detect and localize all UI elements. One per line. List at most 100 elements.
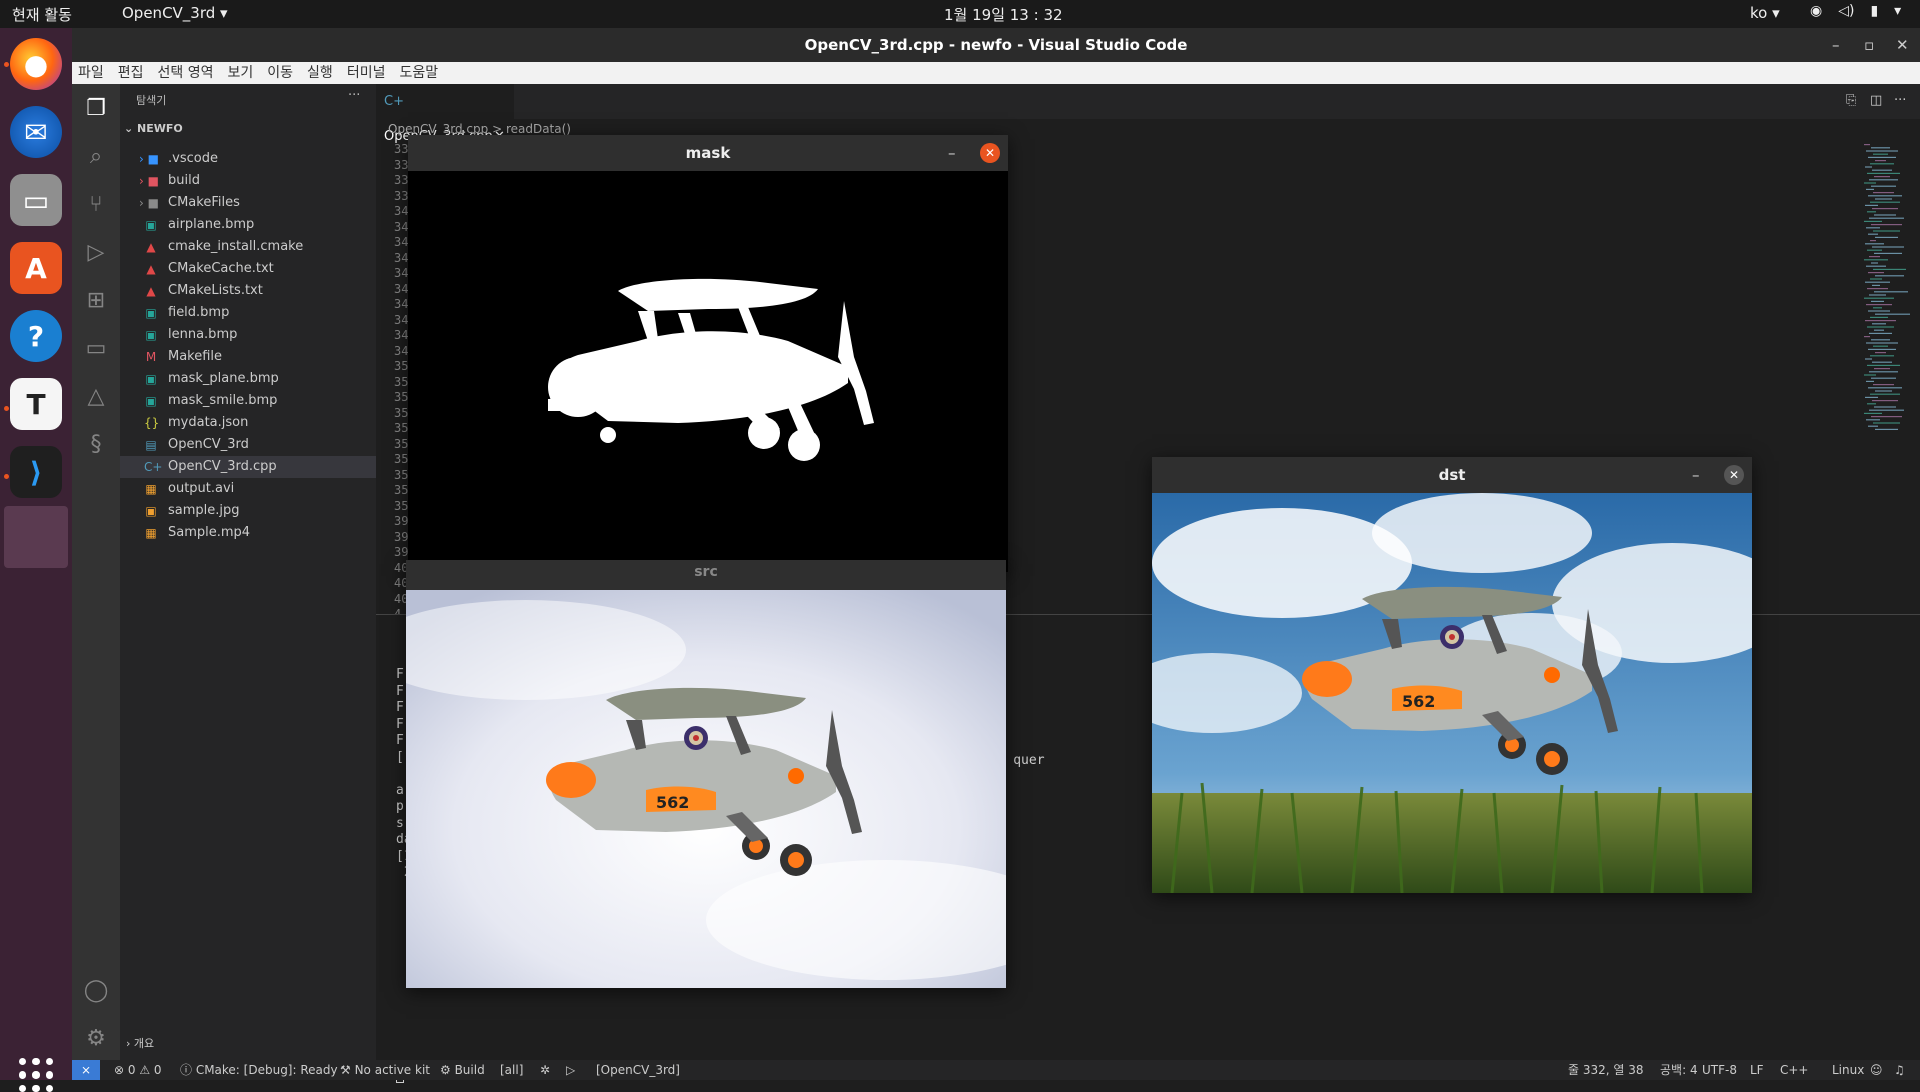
minimize-button[interactable]: – bbox=[1832, 28, 1840, 62]
encoding[interactable]: UTF-8 bbox=[1702, 1060, 1737, 1080]
run-icon[interactable]: ▷ bbox=[566, 1060, 575, 1080]
text-editor-icon[interactable]: T bbox=[10, 378, 62, 430]
thunderbird-icon[interactable]: ✉ bbox=[10, 106, 62, 158]
app-grid-icon[interactable] bbox=[19, 1058, 53, 1092]
minimap-line bbox=[1864, 374, 1876, 376]
menu-go[interactable]: 이동 bbox=[267, 62, 293, 84]
gear-icon[interactable]: ⚙ bbox=[80, 1022, 112, 1054]
build-target[interactable]: [all] bbox=[500, 1060, 523, 1080]
menu-run[interactable]: 실행 bbox=[307, 62, 333, 84]
file-item[interactable]: ▦ output.avi bbox=[120, 478, 376, 500]
file-item[interactable]: ▣ mask_smile.bmp bbox=[120, 390, 376, 412]
line-number: 34 bbox=[394, 343, 409, 358]
language-mode[interactable]: C++ bbox=[1780, 1060, 1809, 1080]
menu-terminal[interactable]: 터미널 bbox=[347, 62, 386, 84]
debug-icon[interactable]: ✲ bbox=[540, 1060, 550, 1080]
mask-image bbox=[408, 171, 1008, 572]
split-editor-icon[interactable]: ◫ bbox=[1870, 93, 1882, 108]
cursor-position[interactable]: 줄 332, 열 38 bbox=[1568, 1060, 1644, 1080]
file-item[interactable]: › ■ CMakeFiles bbox=[120, 192, 376, 214]
mask-window[interactable]: mask – ✕ bbox=[408, 135, 1008, 572]
system-tray[interactable]: ◉ ◁) ▮ ▾ bbox=[1810, 3, 1901, 19]
feedback-icon[interactable]: ☺ bbox=[1870, 1060, 1883, 1080]
minimap[interactable] bbox=[1864, 144, 1914, 444]
menu-selection[interactable]: 선택 영역 bbox=[158, 62, 214, 84]
file-item[interactable]: {} mydata.json bbox=[120, 412, 376, 434]
file-item[interactable]: ▲ cmake_install.cmake bbox=[120, 236, 376, 258]
dst-titlebar[interactable]: dst – ✕ bbox=[1152, 457, 1752, 493]
file-name: mask_smile.bmp bbox=[168, 393, 278, 408]
file-item[interactable]: ▣ mask_plane.bmp bbox=[120, 368, 376, 390]
problems-status[interactable]: ⊗ 0 ⚠ 0 bbox=[114, 1060, 162, 1080]
breadcrumb[interactable]: OpenCV_3rd.cpp > readData() bbox=[388, 122, 571, 136]
mask-titlebar[interactable]: mask – ✕ bbox=[408, 135, 1008, 171]
file-item[interactable]: C+ OpenCV_3rd.cpp bbox=[120, 456, 376, 478]
open-changes-icon[interactable]: ⎘ bbox=[1846, 93, 1856, 108]
run-debug-icon[interactable]: ▷ bbox=[80, 236, 112, 268]
help-icon[interactable]: ? bbox=[10, 310, 62, 362]
more-actions-icon[interactable]: ··· bbox=[348, 88, 360, 103]
remote-icon[interactable]: ⨯ bbox=[72, 1060, 100, 1080]
src-titlebar[interactable]: src bbox=[406, 560, 1006, 590]
extensions-icon[interactable]: ⊞ bbox=[80, 284, 112, 316]
kit-status[interactable]: ⚒ No active kit bbox=[340, 1060, 430, 1080]
window-thumb[interactable] bbox=[4, 506, 68, 568]
file-item[interactable]: M Makefile bbox=[120, 346, 376, 368]
line-ending[interactable]: LF bbox=[1750, 1060, 1764, 1080]
menu-view[interactable]: 보기 bbox=[228, 62, 254, 84]
os-status[interactable]: Linux bbox=[1832, 1060, 1864, 1080]
tab-opencv-cpp[interactable]: C+ OpenCV_3rd.cpp ✕ bbox=[376, 84, 514, 144]
file-item[interactable]: ▲ CMakeLists.txt bbox=[120, 280, 376, 302]
source-control-icon[interactable]: ⑂ bbox=[80, 188, 112, 220]
software-icon[interactable]: A bbox=[10, 242, 62, 294]
clock[interactable]: 1월 19일 13 : 32 bbox=[944, 4, 1063, 25]
python-icon[interactable]: § bbox=[80, 428, 112, 460]
minimap-line bbox=[1865, 166, 1872, 168]
cmake-icon[interactable]: △ bbox=[80, 380, 112, 412]
workspace-section[interactable]: ⌄ NEWFO bbox=[124, 122, 183, 135]
minimap-line bbox=[1872, 400, 1898, 402]
cmake-status[interactable]: ⓘ CMake: [Debug]: Ready bbox=[180, 1060, 338, 1080]
outline-label: 개요 bbox=[133, 1037, 155, 1050]
file-item[interactable]: ▦ Sample.mp4 bbox=[120, 522, 376, 544]
file-item[interactable]: ▣ airplane.bmp bbox=[120, 214, 376, 236]
file-item[interactable]: › ■ .vscode bbox=[120, 148, 376, 170]
indentation[interactable]: 공백: 4 bbox=[1660, 1060, 1698, 1080]
app-menu[interactable]: OpenCV_3rd ▾ bbox=[122, 4, 228, 22]
close-button[interactable]: ✕ bbox=[1896, 28, 1909, 62]
search-icon[interactable]: ⌕ bbox=[80, 140, 112, 172]
dst-image: 562 bbox=[1152, 493, 1752, 893]
explorer-icon[interactable]: ❐ bbox=[80, 92, 112, 124]
file-name: field.bmp bbox=[168, 305, 230, 320]
file-item[interactable]: ▣ field.bmp bbox=[120, 302, 376, 324]
close-button[interactable]: ✕ bbox=[980, 143, 1000, 163]
vscode-icon[interactable]: ⟩ bbox=[10, 446, 62, 498]
maximize-button[interactable]: ▫ bbox=[1864, 28, 1874, 62]
chevron-right-icon: › bbox=[126, 1037, 134, 1050]
firefox-icon[interactable]: ● bbox=[10, 38, 62, 90]
bell-icon[interactable]: ♫ bbox=[1894, 1060, 1905, 1080]
remote-explorer-icon[interactable]: ▭ bbox=[80, 332, 112, 364]
file-item[interactable]: › ■ build bbox=[120, 170, 376, 192]
file-item[interactable]: ▣ lenna.bmp bbox=[120, 324, 376, 346]
more-actions-icon[interactable]: ··· bbox=[1894, 93, 1906, 108]
file-item[interactable]: ▲ CMakeCache.txt bbox=[120, 258, 376, 280]
account-icon[interactable]: ◯ bbox=[80, 974, 112, 1006]
src-window[interactable]: src 562 bbox=[406, 560, 1006, 988]
minimize-button[interactable]: – bbox=[948, 135, 956, 171]
build-button[interactable]: ⚙ Build bbox=[440, 1060, 485, 1080]
menu-file[interactable]: 파일 bbox=[78, 62, 104, 84]
dst-window[interactable]: dst – ✕ 562 bbox=[1152, 457, 1752, 893]
input-method[interactable]: ko ▾ bbox=[1750, 4, 1780, 22]
files-icon[interactable]: ▭ bbox=[10, 174, 62, 226]
file-item[interactable]: ▣ sample.jpg bbox=[120, 500, 376, 522]
activities-button[interactable]: 현재 활동 bbox=[12, 4, 72, 25]
menu-help[interactable]: 도움말 bbox=[399, 62, 438, 84]
minimize-button[interactable]: – bbox=[1692, 457, 1700, 493]
minimap-line bbox=[1869, 332, 1892, 334]
file-item[interactable]: ▤ OpenCV_3rd bbox=[120, 434, 376, 456]
menu-edit[interactable]: 편집 bbox=[118, 62, 144, 84]
launch-target[interactable]: [OpenCV_3rd] bbox=[596, 1060, 680, 1080]
close-button[interactable]: ✕ bbox=[1724, 465, 1744, 485]
outline-section[interactable]: › 개요 bbox=[126, 1035, 154, 1051]
